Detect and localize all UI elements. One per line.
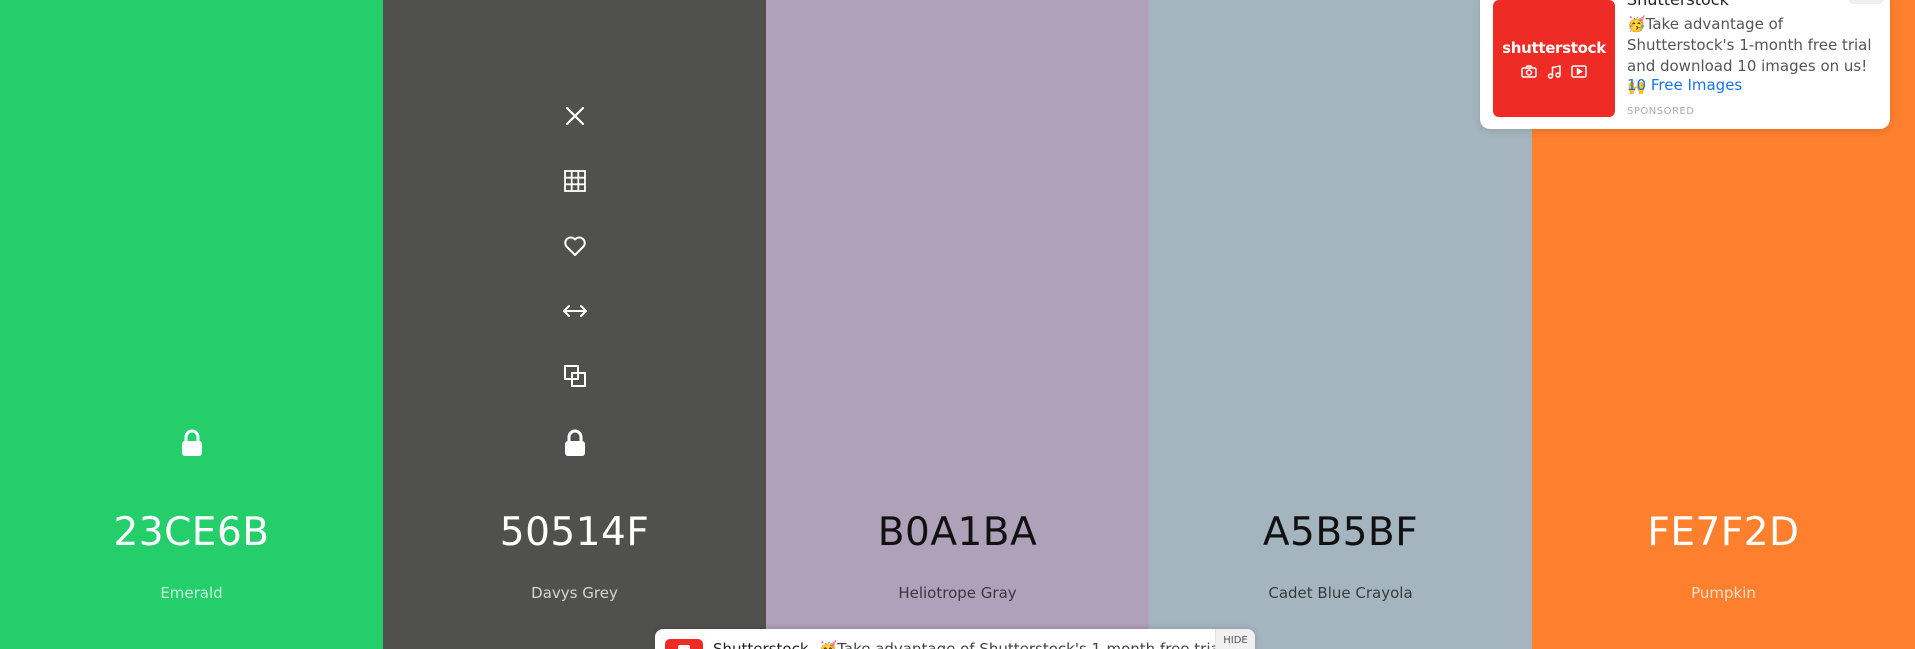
grid-icon[interactable] — [557, 163, 593, 199]
swatch-hex[interactable]: 50514F — [383, 510, 766, 555]
logo-icons — [1521, 64, 1587, 79]
logo-text: shutterstock — [1502, 38, 1606, 57]
swatch-name[interactable]: Emerald — [0, 584, 383, 602]
ad-bar-text: Shutterstock 🥳Take advantage of Shutterst… — [713, 640, 1224, 649]
ad-corner-tab — [1848, 0, 1884, 4]
swatch-hex[interactable]: 23CE6B — [0, 510, 383, 555]
swatch-name[interactable]: Heliotrope Gray — [766, 584, 1149, 602]
lock-icon[interactable] — [557, 425, 593, 461]
heart-icon[interactable] — [557, 228, 593, 264]
swatch-davys-grey[interactable]: 50514F Davys Grey — [383, 0, 766, 649]
drag-arrows-icon[interactable] — [557, 293, 593, 329]
bottom-ad-bar[interactable]: Shutterstock 🥳Take advantage of Shutterst… — [655, 629, 1255, 649]
shutterstock-logo[interactable]: shutterstock — [1493, 0, 1615, 117]
ad-bar-title: Shutterstock — [713, 640, 809, 649]
shutterstock-logo-small — [665, 639, 703, 649]
sponsored-ad-card[interactable]: shutterstock Shutterstock 🥳Take advantag… — [1480, 0, 1890, 129]
swatch-hex[interactable]: B0A1BA — [766, 510, 1149, 555]
hide-ad-button[interactable]: HIDE — [1215, 629, 1255, 649]
swatch-hex[interactable]: A5B5BF — [1149, 510, 1532, 555]
swatch-emerald[interactable]: 23CE6B Emerald — [0, 0, 383, 649]
close-icon[interactable] — [557, 98, 593, 134]
swatch-cadet-blue-crayola[interactable]: A5B5BF Cadet Blue Crayola — [1149, 0, 1532, 649]
ad-title[interactable]: Shutterstock — [1627, 0, 1729, 9]
music-note-icon — [1547, 64, 1561, 79]
lock-icon[interactable] — [174, 425, 210, 461]
swatch-tools — [383, 98, 766, 423]
swatch-name[interactable]: Pumpkin — [1532, 584, 1915, 602]
play-icon — [1571, 64, 1587, 78]
swatch-name[interactable]: Davys Grey — [383, 584, 766, 602]
ad-cta-link[interactable]: 10 Free Images — [1627, 76, 1742, 94]
swatch-hex[interactable]: FE7F2D — [1532, 510, 1915, 555]
sponsored-label: SPONSORED — [1627, 106, 1695, 117]
swatch-name[interactable]: Cadet Blue Crayola — [1149, 584, 1532, 602]
swatch-heliotrope-gray[interactable]: B0A1BA Heliotrope Gray — [766, 0, 1149, 649]
copy-icon[interactable] — [557, 358, 593, 394]
ad-bar-message: 🥳Take advantage of Shutterstock's 1-mont… — [818, 640, 1224, 649]
camera-icon — [1521, 64, 1537, 78]
